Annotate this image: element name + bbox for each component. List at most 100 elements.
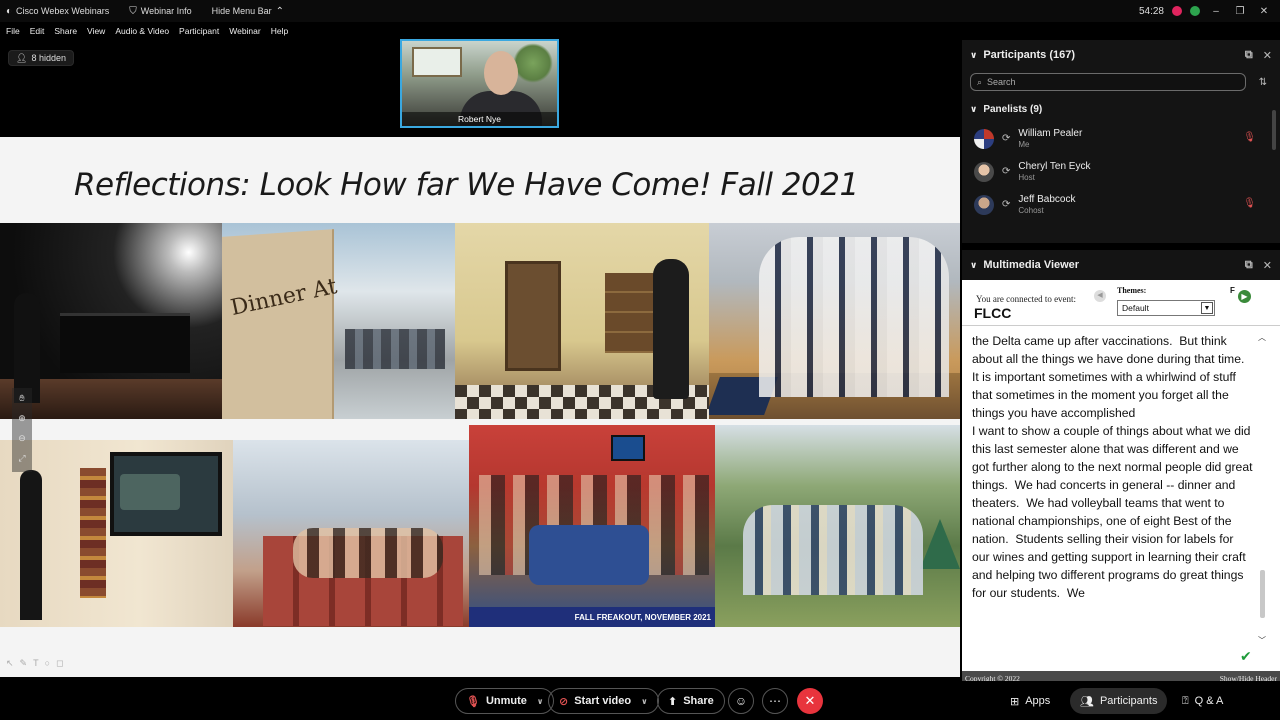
- text-icon[interactable]: T: [33, 658, 39, 669]
- menu-webinar[interactable]: Webinar: [229, 26, 261, 36]
- close-icon[interactable]: ✕: [1256, 6, 1272, 17]
- theme-selected: Default: [1122, 303, 1149, 313]
- qa-icon: ⍰: [1182, 694, 1189, 707]
- menu-help[interactable]: Help: [271, 26, 288, 36]
- fit-icon[interactable]: ⤢: [12, 448, 32, 468]
- blue-couch: [529, 525, 649, 585]
- caption-scrollbar[interactable]: ︿ ﹀: [1256, 330, 1270, 652]
- video-off-icon: ⊘: [559, 695, 569, 708]
- restore-icon[interactable]: ❐: [1232, 6, 1248, 17]
- minimize-icon[interactable]: –: [1208, 6, 1224, 17]
- hide-menu-bar-button[interactable]: Hide Menu Bar ⌃: [212, 6, 288, 17]
- participant-search-input[interactable]: ⌕ Search: [970, 73, 1246, 91]
- participant-role: Me: [1018, 139, 1030, 149]
- zoom-out-icon[interactable]: ⊖: [12, 428, 32, 448]
- pianist: [14, 293, 40, 403]
- presenter-head: [484, 51, 518, 95]
- recording-icon[interactable]: [1172, 6, 1182, 16]
- popout-icon[interactable]: ⧉: [1245, 259, 1253, 272]
- muted-mic-icon[interactable]: 🎙︎: [1243, 198, 1256, 209]
- webinar-info-label: Webinar Info: [140, 6, 192, 16]
- scroll-down-icon[interactable]: ﹀: [1258, 635, 1266, 646]
- diners: [345, 329, 445, 369]
- avatar: [974, 161, 994, 182]
- photo-fall-freakout: FALL FREAKOUT, NOVEMBER 2021: [469, 425, 715, 627]
- leave-meeting-button[interactable]: ✕: [797, 688, 823, 714]
- share-button[interactable]: ⬆︎ Share: [657, 688, 725, 714]
- participants-header[interactable]: ∨ Participants (167) ⧉ ✕: [962, 40, 1280, 70]
- outdoor-group: [743, 505, 923, 595]
- participant-row[interactable]: ⟳ Jeff Babcock Cohost 🎙︎: [962, 188, 1280, 221]
- bookshelf: [80, 468, 106, 598]
- participants-button[interactable]: 👥︎ Participants: [1070, 688, 1168, 714]
- students-seated: [293, 528, 443, 578]
- sync-icon: ⟳: [1002, 133, 1011, 144]
- multimedia-header[interactable]: ∨ Multimedia Viewer ⧉ ✕: [962, 250, 1280, 280]
- theme-select[interactable]: Default ▼: [1117, 300, 1215, 316]
- participants-panel: ∨ Participants (167) ⧉ ✕ ⌕ Search ⇅ ∨ Pa…: [962, 40, 1280, 243]
- participant-row[interactable]: ⟳ William Pealer Me 🎙︎: [962, 122, 1280, 155]
- titlebar-right: 54:28 – ❐ ✕: [1139, 0, 1272, 22]
- more-options-button[interactable]: ⋯: [762, 688, 788, 714]
- sync-icon: ⟳: [1002, 199, 1011, 210]
- zoom-in-icon[interactable]: ⊕: [12, 408, 32, 428]
- back-icon[interactable]: ◀: [1094, 290, 1106, 302]
- popout-icon[interactable]: ⧉: [1245, 49, 1253, 62]
- search-icon: ⌕: [977, 76, 983, 87]
- panelists-header[interactable]: ∨ Panelists (9): [962, 96, 1280, 122]
- search-placeholder: Search: [987, 77, 1016, 87]
- photo-students-booths: [233, 440, 469, 627]
- menu-view[interactable]: View: [87, 26, 105, 36]
- themes-label: Themes:: [1117, 286, 1147, 295]
- photo-volleyball-team: [709, 223, 960, 419]
- chevron-down-icon: ▼: [1201, 302, 1213, 314]
- pen-icon[interactable]: ✎: [20, 658, 28, 669]
- shape-icon[interactable]: ○: [45, 658, 50, 669]
- scroll-thumb[interactable]: [1260, 570, 1265, 618]
- piano: [60, 313, 190, 373]
- start-video-label: Start video: [574, 695, 632, 707]
- participant-row[interactable]: ⟳ Cheryl Ten Eyck Host: [962, 155, 1280, 188]
- hand-tool-icon[interactable]: ✋︎: [12, 388, 32, 408]
- muted-mic-icon[interactable]: 🎙︎: [1243, 132, 1256, 143]
- menu-share[interactable]: Share: [54, 26, 77, 36]
- multimedia-viewer-panel: ∨ Multimedia Viewer ⧉ ✕ You are connecte…: [962, 250, 1280, 685]
- apps-button[interactable]: ⊞ Apps: [1000, 688, 1060, 714]
- participants-label: Participants: [1099, 695, 1158, 707]
- menu-edit[interactable]: Edit: [30, 26, 45, 36]
- shared-content-slide: Reflections: Look How far We Have Come! …: [0, 137, 960, 677]
- go-icon[interactable]: ▶: [1238, 290, 1251, 303]
- chevron-down-icon[interactable]: ∨: [641, 697, 648, 706]
- qa-button[interactable]: ⍰ Q & A: [1172, 688, 1233, 714]
- close-panel-icon[interactable]: ✕: [1263, 49, 1272, 62]
- menu-file[interactable]: File: [6, 26, 20, 36]
- apps-label: Apps: [1025, 695, 1051, 707]
- sort-icon[interactable]: ⇅: [1254, 77, 1272, 88]
- participant-name: Cheryl Ten Eyck: [1018, 160, 1091, 172]
- meeting-timer: 54:28: [1138, 5, 1164, 17]
- share-icon: ⬆︎: [668, 695, 678, 708]
- webinar-info-button[interactable]: ⛉ Webinar Info: [129, 6, 191, 17]
- menu-audio-video[interactable]: Audio & Video: [115, 26, 169, 36]
- close-panel-icon[interactable]: ✕: [1263, 259, 1272, 272]
- reactions-button[interactable]: ☺︎: [728, 688, 754, 714]
- qa-label: Q & A: [1194, 695, 1224, 707]
- presenter-video-tile[interactable]: Robert Nye: [400, 39, 559, 128]
- menu-participant[interactable]: Participant: [179, 26, 219, 36]
- event-name: FLCC: [974, 305, 1012, 321]
- unmute-button[interactable]: 🎙︎ Unmute ∨: [455, 688, 555, 714]
- chevron-down-icon: ∨: [970, 259, 978, 270]
- avatar: [974, 194, 994, 215]
- presenting-student: [20, 470, 42, 620]
- font-label: F: [1230, 286, 1235, 295]
- scroll-up-icon[interactable]: ︿: [1258, 332, 1266, 343]
- pointer-icon[interactable]: ↖: [6, 658, 14, 669]
- chevron-down-icon: ∨: [970, 103, 978, 114]
- start-video-button[interactable]: ⊘ Start video ∨: [548, 688, 659, 714]
- eraser-icon[interactable]: ◻: [56, 658, 63, 669]
- chevron-down-icon[interactable]: ∨: [537, 697, 544, 706]
- actor-figure: [653, 259, 689, 399]
- freakout-banner: FALL FREAKOUT, NOVEMBER 2021: [469, 607, 715, 627]
- hidden-participants-button[interactable]: 👤︎ 8 hidden: [8, 50, 74, 66]
- participants-scrollbar[interactable]: [1272, 110, 1276, 150]
